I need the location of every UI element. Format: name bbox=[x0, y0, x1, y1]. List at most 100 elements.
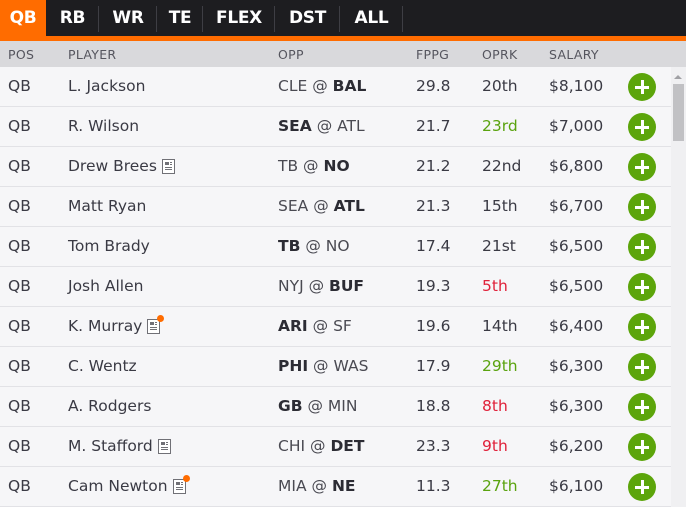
player-row[interactable]: QB R. Wilson SEA @ ATL 21.7 23rd $7,000 bbox=[0, 107, 671, 147]
player-name[interactable]: K. Murray bbox=[68, 317, 142, 335]
player-position: QB bbox=[8, 317, 31, 335]
oprk-value: 27th bbox=[482, 477, 518, 495]
salary-value: $6,400 bbox=[549, 317, 604, 335]
opponent-matchup: NYJ @ BUF bbox=[278, 277, 364, 295]
player-name[interactable]: Cam Newton bbox=[68, 477, 168, 495]
add-player-button[interactable] bbox=[628, 313, 656, 341]
player-name[interactable]: Matt Ryan bbox=[68, 197, 146, 215]
opponent-matchup: PHI @ WAS bbox=[278, 357, 368, 375]
at-separator: @ bbox=[311, 477, 328, 495]
home-team: ATL bbox=[337, 117, 365, 135]
player-name[interactable]: M. Stafford bbox=[68, 437, 153, 455]
newspaper-icon[interactable] bbox=[147, 315, 165, 334]
fppg-value: 19.6 bbox=[416, 317, 451, 335]
player-row[interactable]: QB Tom Brady TB @ NO 17.4 21st $6,500 bbox=[0, 227, 671, 267]
player-row[interactable]: QB Drew Brees TB @ NO 21.2 22nd $6,800 bbox=[0, 147, 671, 187]
player-name[interactable]: Josh Allen bbox=[68, 277, 143, 295]
column-header-opp[interactable]: OPP bbox=[278, 47, 304, 62]
oprk-value: 15th bbox=[482, 197, 518, 215]
player-row[interactable]: QB A. Rodgers GB @ MIN 18.8 8th $6,300 bbox=[0, 387, 671, 427]
fppg-value: 23.3 bbox=[416, 437, 451, 455]
oprk-value: 23rd bbox=[482, 117, 518, 135]
salary-value: $6,300 bbox=[549, 357, 604, 375]
add-player-button[interactable] bbox=[628, 233, 656, 261]
player-name[interactable]: L. Jackson bbox=[68, 77, 145, 95]
add-player-button[interactable] bbox=[628, 393, 656, 421]
player-name[interactable]: Tom Brady bbox=[68, 237, 150, 255]
add-player-button[interactable] bbox=[628, 193, 656, 221]
oprk-value: 20th bbox=[482, 77, 518, 95]
column-header-oprk[interactable]: OPRK bbox=[482, 47, 517, 62]
at-separator: @ bbox=[305, 237, 321, 255]
column-header-fppg[interactable]: FPPG bbox=[416, 47, 449, 62]
newspaper-icon[interactable] bbox=[172, 475, 190, 494]
opponent-matchup: ARI @ SF bbox=[278, 317, 352, 335]
newspaper-icon[interactable] bbox=[161, 159, 175, 174]
add-player-button[interactable] bbox=[628, 353, 656, 381]
opponent-matchup: SEA @ ATL bbox=[278, 197, 365, 215]
player-row[interactable]: QB C. Wentz PHI @ WAS 17.9 29th $6,300 bbox=[0, 347, 671, 387]
home-team: MIN bbox=[327, 397, 358, 415]
home-team: BAL bbox=[332, 77, 367, 95]
add-player-button[interactable] bbox=[628, 153, 656, 181]
add-player-button[interactable] bbox=[628, 73, 656, 101]
scrollbar[interactable] bbox=[671, 67, 686, 507]
player-cell[interactable]: R. Wilson bbox=[68, 117, 139, 135]
salary-value: $6,300 bbox=[549, 397, 604, 415]
tab-dst[interactable]: DST bbox=[275, 0, 340, 36]
player-cell[interactable]: Drew Brees bbox=[68, 157, 175, 175]
player-name[interactable]: C. Wentz bbox=[68, 357, 137, 375]
at-separator: @ bbox=[308, 277, 325, 295]
tab-all[interactable]: ALL bbox=[340, 0, 403, 36]
add-player-button[interactable] bbox=[628, 433, 656, 461]
column-header-pos[interactable]: POS bbox=[8, 47, 34, 62]
player-row[interactable]: QB Matt Ryan SEA @ ATL 21.3 15th $6,700 bbox=[0, 187, 671, 227]
add-player-button[interactable] bbox=[628, 273, 656, 301]
add-player-button[interactable] bbox=[628, 473, 656, 501]
tab-wr[interactable]: WR bbox=[99, 0, 157, 36]
fppg-value: 29.8 bbox=[416, 77, 451, 95]
player-cell[interactable]: Cam Newton bbox=[68, 475, 190, 495]
scrollbar-thumb[interactable] bbox=[673, 84, 684, 141]
tab-flex[interactable]: FLEX bbox=[203, 0, 275, 36]
oprk-value: 9th bbox=[482, 437, 508, 455]
player-row[interactable]: QB Cam Newton MIA @ NE 11.3 27th $6,100 bbox=[0, 467, 671, 507]
player-position: QB bbox=[8, 157, 31, 175]
home-team: SF bbox=[333, 317, 352, 335]
home-team: DET bbox=[330, 437, 365, 455]
newspaper-icon[interactable] bbox=[157, 439, 171, 454]
away-team: NYJ bbox=[278, 277, 304, 295]
player-cell[interactable]: Josh Allen bbox=[68, 277, 143, 295]
player-cell[interactable]: Matt Ryan bbox=[68, 197, 146, 215]
tab-qb[interactable]: QB bbox=[0, 0, 46, 36]
at-separator: @ bbox=[313, 197, 329, 215]
player-name[interactable]: A. Rodgers bbox=[68, 397, 151, 415]
player-row[interactable]: QB K. Murray ARI @ SF 19.6 14th $6,400 bbox=[0, 307, 671, 347]
tab-label: FLEX bbox=[216, 8, 262, 28]
away-team: PHI bbox=[278, 357, 309, 375]
scroll-up-arrow-icon[interactable] bbox=[674, 75, 682, 79]
player-name[interactable]: Drew Brees bbox=[68, 157, 157, 175]
player-cell[interactable]: K. Murray bbox=[68, 315, 165, 335]
player-row[interactable]: QB M. Stafford CHI @ DET 23.3 9th $6,200 bbox=[0, 427, 671, 467]
table-header: POS PLAYER OPP FPPG OPRK SALARY bbox=[0, 41, 686, 67]
add-player-button[interactable] bbox=[628, 113, 656, 141]
away-team: CHI bbox=[278, 437, 306, 455]
tab-te[interactable]: TE bbox=[157, 0, 203, 36]
oprk-value: 14th bbox=[482, 317, 518, 335]
column-header-player[interactable]: PLAYER bbox=[68, 47, 116, 62]
player-cell[interactable]: M. Stafford bbox=[68, 437, 171, 455]
player-position: QB bbox=[8, 397, 31, 415]
player-position: QB bbox=[8, 237, 31, 255]
opponent-matchup: TB @ NO bbox=[278, 237, 350, 255]
player-cell[interactable]: C. Wentz bbox=[68, 357, 137, 375]
tab-rb[interactable]: RB bbox=[46, 0, 99, 36]
player-row[interactable]: QB Josh Allen NYJ @ BUF 19.3 5th $6,500 bbox=[0, 267, 671, 307]
player-position: QB bbox=[8, 477, 31, 495]
player-row[interactable]: QB L. Jackson CLE @ BAL 29.8 20th $8,100 bbox=[0, 67, 671, 107]
player-name[interactable]: R. Wilson bbox=[68, 117, 139, 135]
player-cell[interactable]: Tom Brady bbox=[68, 237, 150, 255]
column-header-salary[interactable]: SALARY bbox=[549, 47, 599, 62]
player-cell[interactable]: L. Jackson bbox=[68, 77, 145, 95]
player-cell[interactable]: A. Rodgers bbox=[68, 397, 151, 415]
